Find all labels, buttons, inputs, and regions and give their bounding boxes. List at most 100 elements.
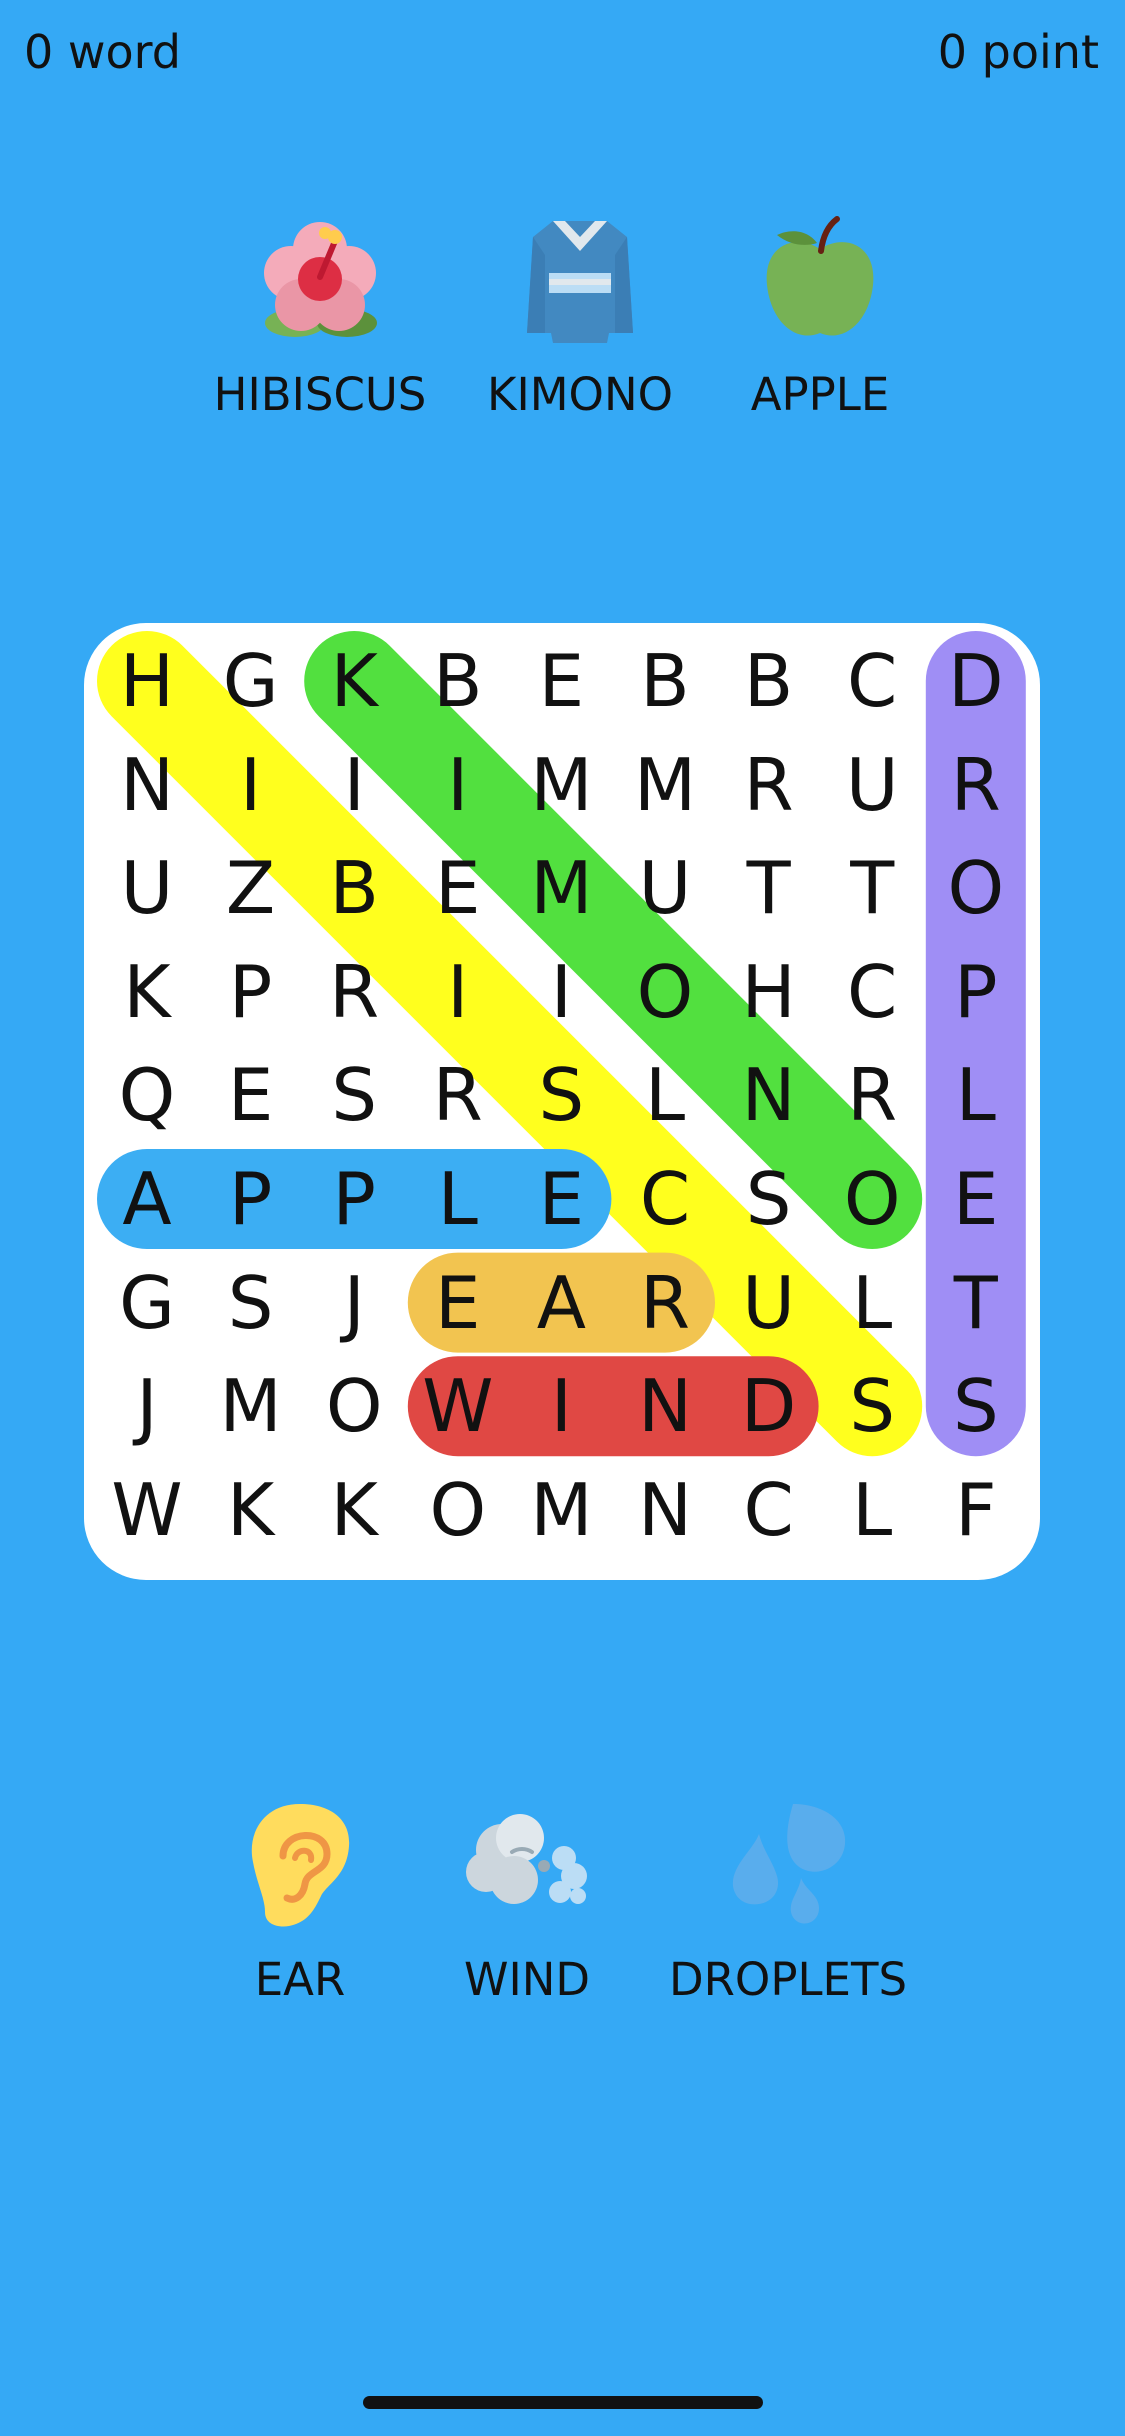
grid-cell[interactable]: K	[302, 1458, 406, 1562]
word-count: 0 word	[24, 25, 181, 79]
grid-cell[interactable]: L	[820, 1251, 924, 1355]
grid-cell[interactable]: W	[95, 1458, 199, 1562]
grid-cell[interactable]: P	[199, 940, 303, 1044]
word-label: KIMONO	[486, 368, 674, 421]
grid-cell[interactable]: R	[924, 733, 1028, 837]
grid-cell[interactable]: S	[509, 1043, 613, 1147]
grid-cell[interactable]: R	[406, 1043, 510, 1147]
grid-cell[interactable]: A	[95, 1147, 199, 1251]
grid-cell[interactable]: B	[406, 629, 510, 733]
wind-face-icon	[462, 1800, 592, 1930]
grid-cell[interactable]: U	[820, 733, 924, 837]
grid-cell[interactable]: I	[406, 733, 510, 837]
sweat-droplets-icon	[723, 1800, 853, 1930]
grid-cell[interactable]: R	[302, 940, 406, 1044]
grid-cell[interactable]: L	[613, 1043, 717, 1147]
grid-cell[interactable]: N	[95, 733, 199, 837]
hibiscus-icon	[255, 215, 385, 345]
grid-cell[interactable]: H	[717, 940, 821, 1044]
grid-cell[interactable]: I	[302, 733, 406, 837]
word-label: WIND	[463, 1953, 591, 2006]
grid-cell[interactable]: O	[820, 1147, 924, 1251]
grid-cell[interactable]: B	[613, 629, 717, 733]
grid-cell[interactable]: M	[199, 1354, 303, 1458]
grid-cell[interactable]: B	[717, 629, 821, 733]
grid-cell[interactable]: O	[406, 1458, 510, 1562]
grid-cell[interactable]: O	[924, 836, 1028, 940]
grid-cell[interactable]: E	[509, 1147, 613, 1251]
grid-cell[interactable]: K	[95, 940, 199, 1044]
word-kimono: KIMONO	[460, 215, 700, 425]
grid-cell[interactable]: S	[717, 1147, 821, 1251]
grid-cell[interactable]: T	[820, 836, 924, 940]
grid-cell[interactable]: K	[199, 1458, 303, 1562]
grid-cell[interactable]: P	[302, 1147, 406, 1251]
ear-icon	[235, 1800, 365, 1930]
grid-cell[interactable]: S	[820, 1354, 924, 1458]
word-hibiscus: HIBISCUS	[200, 215, 440, 425]
grid-cell[interactable]: U	[95, 836, 199, 940]
word-label: HIBISCUS	[213, 368, 427, 421]
grid-cell[interactable]: D	[924, 629, 1028, 733]
grid-cell[interactable]: H	[95, 629, 199, 733]
grid-cell[interactable]: J	[302, 1251, 406, 1355]
grid-cell[interactable]: J	[95, 1354, 199, 1458]
home-indicator	[363, 2396, 763, 2409]
grid-cell[interactable]: C	[613, 1147, 717, 1251]
grid-cell[interactable]: N	[717, 1043, 821, 1147]
grid-cell[interactable]: D	[717, 1354, 821, 1458]
grid-cell[interactable]: E	[406, 836, 510, 940]
grid-cell[interactable]: R	[613, 1251, 717, 1355]
grid-cell[interactable]: I	[199, 733, 303, 837]
kimono-icon	[515, 215, 645, 345]
word-label: DROPLETS	[668, 1953, 908, 2006]
grid-cell[interactable]: U	[717, 1251, 821, 1355]
grid-cell[interactable]: I	[406, 940, 510, 1044]
grid-cell[interactable]: W	[406, 1354, 510, 1458]
grid-cell[interactable]: B	[302, 836, 406, 940]
grid-cell[interactable]: K	[302, 629, 406, 733]
grid-cell[interactable]: O	[613, 940, 717, 1044]
grid-cell[interactable]: Z	[199, 836, 303, 940]
grid-cell[interactable]: C	[820, 629, 924, 733]
grid-cell[interactable]: S	[924, 1354, 1028, 1458]
grid-cell[interactable]: L	[406, 1147, 510, 1251]
grid-cell[interactable]: T	[717, 836, 821, 940]
grid-cell[interactable]: N	[613, 1458, 717, 1562]
grid-cell[interactable]: I	[509, 940, 613, 1044]
grid-cell[interactable]: A	[509, 1251, 613, 1355]
grid-cell[interactable]: E	[406, 1251, 510, 1355]
grid-cell[interactable]: R	[820, 1043, 924, 1147]
grid-cell[interactable]: R	[717, 733, 821, 837]
grid-cell[interactable]: E	[199, 1043, 303, 1147]
word-ear: EAR	[180, 1800, 420, 2010]
word-apple: APPLE	[700, 215, 940, 425]
grid-cell[interactable]: P	[199, 1147, 303, 1251]
grid-cell[interactable]: G	[95, 1251, 199, 1355]
grid-cell[interactable]: L	[924, 1043, 1028, 1147]
grid-cell[interactable]: M	[613, 733, 717, 837]
grid-cell[interactable]: O	[302, 1354, 406, 1458]
letter-grid[interactable]: HGKBEBBCDNIIIMMRURUZBEMUTTOKPRIIOHCPQESR…	[84, 623, 1040, 1580]
grid-cell[interactable]: Q	[95, 1043, 199, 1147]
grid-cell[interactable]: E	[924, 1147, 1028, 1251]
grid-cell[interactable]: T	[924, 1251, 1028, 1355]
grid-cell[interactable]: N	[613, 1354, 717, 1458]
grid-cell[interactable]: M	[509, 733, 613, 837]
grid-cell[interactable]: S	[199, 1251, 303, 1355]
grid-cell[interactable]: M	[509, 836, 613, 940]
grid-cell[interactable]: M	[509, 1458, 613, 1562]
grid-cell[interactable]: E	[509, 629, 613, 733]
grid-cell[interactable]: G	[199, 629, 303, 733]
word-label: EAR	[254, 1953, 346, 2006]
grid-cell[interactable]: S	[302, 1043, 406, 1147]
word-label: APPLE	[750, 368, 890, 421]
grid-cell[interactable]: L	[820, 1458, 924, 1562]
grid-cell[interactable]: C	[820, 940, 924, 1044]
word-search-board[interactable]: HGKBEBBCDNIIIMMRURUZBEMUTTOKPRIIOHCPQESR…	[84, 623, 1040, 1580]
grid-cell[interactable]: P	[924, 940, 1028, 1044]
grid-cell[interactable]: C	[717, 1458, 821, 1562]
grid-cell[interactable]: U	[613, 836, 717, 940]
grid-cell[interactable]: I	[509, 1354, 613, 1458]
grid-cell[interactable]: F	[924, 1458, 1028, 1562]
